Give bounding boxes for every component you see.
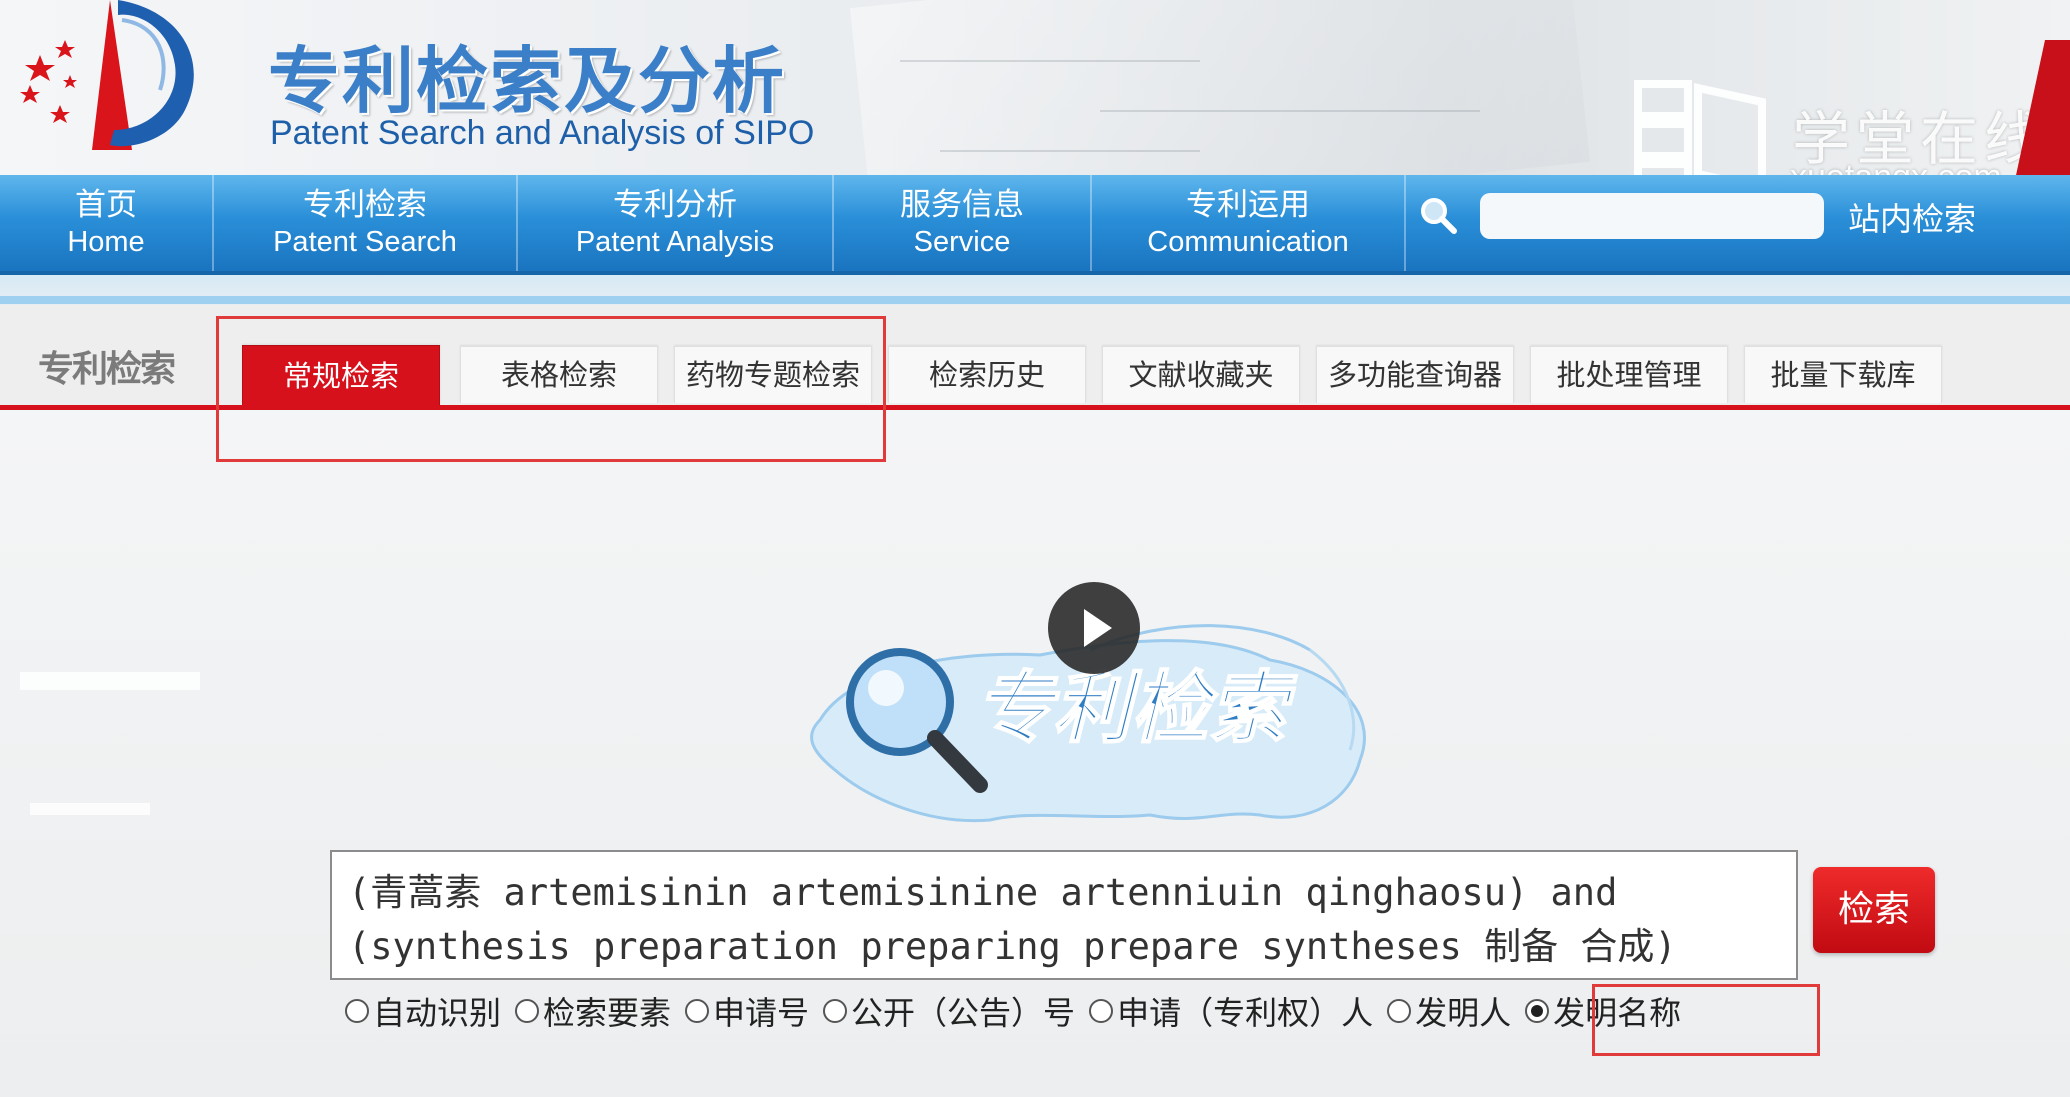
radio-label: 申请（专利权）人 [1117,994,1374,1032]
section-logo: 专利检索 [38,349,176,390]
site-search-button[interactable]: 站内检索 [1848,194,1976,240]
xuetangx-logo-icon [1634,80,1766,175]
radio-button[interactable] [685,999,710,1023]
radio-label: 公开（公告）号 [851,994,1076,1032]
nav-label-en: Home [67,226,145,258]
tab-batch-manage[interactable]: 批处理管理 [1530,346,1728,403]
radio-label: 检索要素 [543,994,672,1032]
radio-button[interactable] [515,999,540,1023]
sipo-logo[interactable] [10,0,210,160]
radio-label: 自动识别 [373,994,502,1032]
nav-item-patent-search[interactable]: 专利检索 Patent Search [214,175,518,271]
nav-label-cn: 服务信息 [900,187,1024,223]
tab-batch-download[interactable]: 批量下载库 [1744,346,1942,403]
video-play-button[interactable] [1048,582,1140,674]
search-type-options: 自动识别 检索要素 申请号 公开（公告）号 申请（专利权）人 发明人 发明名称 [345,988,1695,1034]
nav-label-en: Patent Search [273,226,457,258]
radio-applicant[interactable]: 申请（专利权）人 [1089,988,1373,1034]
nav-item-home[interactable]: 首页 Home [0,175,214,271]
nav-label-en: Service [913,226,1011,258]
query-line: (synthesis preparation preparing prepare… [348,925,1677,968]
header-red-accent [2016,40,2070,175]
background-deco: ▬▬▬ [20,636,200,703]
nav-label-en: Communication [1147,226,1349,258]
radio-button-selected[interactable] [1525,999,1550,1023]
nav-item-service[interactable]: 服务信息 Service [834,175,1092,271]
site-title: 专利检索及分析 [268,39,787,123]
query-input[interactable]: (青蒿素 artemisinin artemisinine artenniuin… [330,850,1798,980]
query-line: (青蒿素 artemisinin artemisinine artenniuin… [348,871,1618,914]
radio-search-elements[interactable]: 检索要素 [515,988,671,1034]
radio-inventor[interactable]: 发明人 [1387,988,1511,1034]
radio-button[interactable] [1387,999,1412,1023]
tab-search-history[interactable]: 检索历史 [888,346,1086,403]
nav-item-communication[interactable]: 专利运用 Communication [1092,175,1406,271]
radio-application-number[interactable]: 申请号 [685,988,809,1034]
nav-item-patent-analysis[interactable]: 专利分析 Patent Analysis [518,175,834,271]
site-subtitle: Patent Search and Analysis of SIPO [270,114,815,152]
nav-label-cn: 专利检索 [303,187,427,223]
tab-favorites[interactable]: 文献收藏夹 [1102,346,1300,403]
radio-auto-detect[interactable]: 自动识别 [345,988,501,1034]
search-button[interactable]: 检索 [1813,867,1935,953]
nav-label-cn: 专利运用 [1186,187,1310,223]
background-deco: ▬▬▬ [30,780,150,824]
site-search-input[interactable] [1480,193,1824,239]
nav-label-en: Patent Analysis [575,226,775,258]
radio-publication-number[interactable]: 公开（公告）号 [823,988,1075,1034]
radio-label: 申请号 [713,994,810,1032]
radio-button[interactable] [345,999,369,1023]
site-header: 专利检索及分析 Patent Search and Analysis of SI… [0,0,2070,175]
nav-label-cn: 专利分析 [613,187,737,223]
decor-line [900,60,1200,62]
decor-line [1100,110,1480,112]
radio-button[interactable] [1089,999,1114,1023]
nav-accent-strip [0,296,2070,304]
nav-label-cn: 首页 [75,187,137,223]
tab-multi-query[interactable]: 多功能查询器 [1316,346,1514,403]
highlight-box-tabs [216,316,886,462]
highlight-box-title-option [1592,984,1820,1056]
decor-line [940,150,1200,152]
radio-button[interactable] [823,999,848,1023]
radio-label: 发明人 [1415,994,1512,1032]
logo-graphic-text: 专利检索 [975,664,1298,754]
header-background-document [849,0,1591,175]
watermark-url: xuetangx.com [1790,158,2002,175]
magnifier-icon[interactable] [1418,195,1458,235]
